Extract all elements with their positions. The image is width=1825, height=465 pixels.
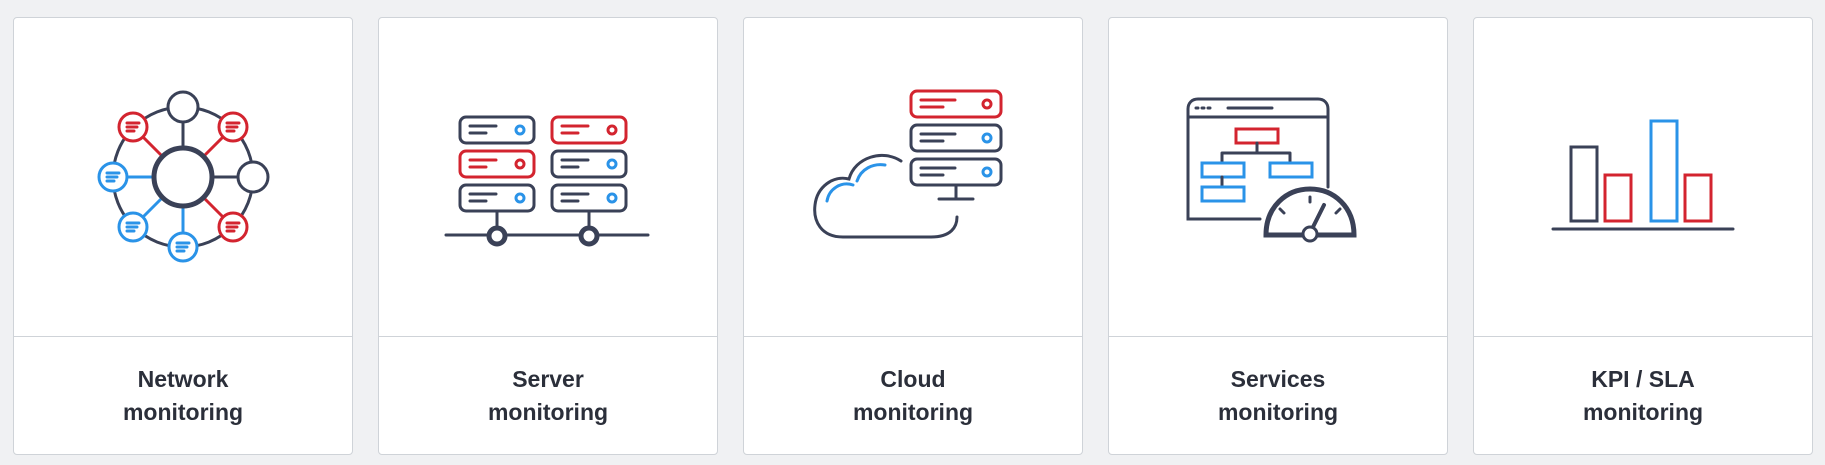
card-icon-area (1474, 18, 1812, 336)
card-title-line2: monitoring (852, 399, 974, 425)
card-title: Network monitoring (14, 363, 352, 429)
card-icon-area (14, 18, 352, 336)
card-server-monitoring[interactable]: Server monitoring (378, 17, 718, 455)
card-divider (744, 336, 1082, 337)
monitoring-cards: Network monitoring Server monitoring Clo… (0, 0, 1825, 465)
card-icon-area (744, 18, 1082, 336)
cloud-server-icon (813, 89, 1003, 239)
server-rack-icon (444, 115, 650, 247)
bar-chart-icon (1551, 119, 1735, 231)
card-title: Services monitoring (1109, 363, 1447, 429)
card-services-monitoring[interactable]: Services monitoring (1108, 17, 1448, 455)
services-gauge-icon (1186, 97, 1357, 243)
card-title-line1: Services (1230, 366, 1326, 392)
card-cloud-monitoring[interactable]: Cloud monitoring (743, 17, 1083, 455)
card-title-line2: monitoring (1217, 399, 1339, 425)
card-title-line1: Network (137, 366, 229, 392)
card-title-line2: monitoring (122, 399, 244, 425)
card-divider (14, 336, 352, 337)
card-network-monitoring[interactable]: Network monitoring (13, 17, 353, 455)
card-title-line2: monitoring (487, 399, 609, 425)
card-kpi-sla-monitoring[interactable]: KPI / SLA monitoring (1473, 17, 1813, 455)
card-title-line1: Cloud (880, 366, 946, 392)
card-divider (1109, 336, 1447, 337)
card-divider (379, 336, 717, 337)
card-divider (1474, 336, 1812, 337)
card-title: KPI / SLA monitoring (1474, 363, 1812, 429)
card-title-line1: Server (512, 366, 584, 392)
card-title-line1: KPI / SLA (1591, 366, 1695, 392)
card-title-line2: monitoring (1582, 399, 1704, 425)
card-title: Server monitoring (379, 363, 717, 429)
network-graph-icon (97, 90, 270, 263)
card-title: Cloud monitoring (744, 363, 1082, 429)
card-icon-area (379, 18, 717, 336)
card-icon-area (1109, 18, 1447, 336)
